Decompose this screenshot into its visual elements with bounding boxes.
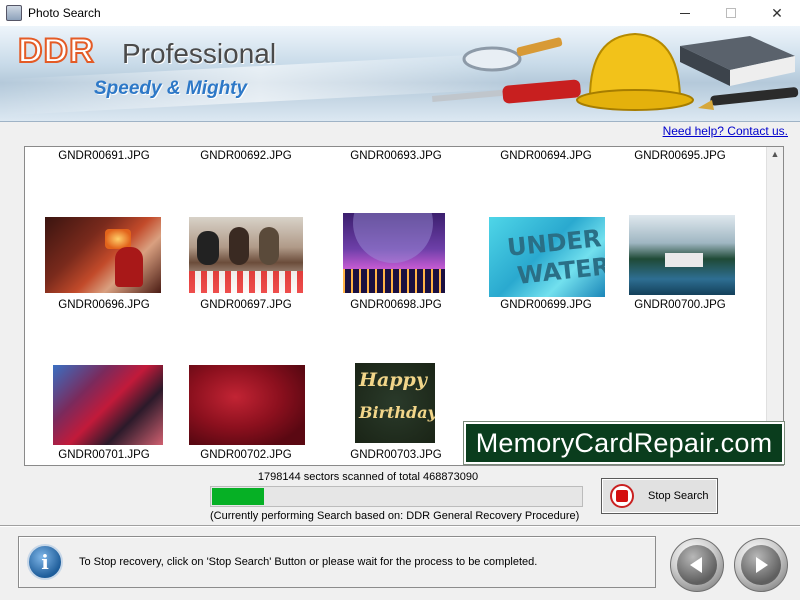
- file-item[interactable]: GNDR00695.JPG: [605, 150, 755, 162]
- minimize-icon: [680, 12, 690, 14]
- title-bar: Photo Search ✕: [0, 0, 800, 26]
- scan-status-text: 1798144 sectors scanned of total 4688730…: [257, 471, 479, 483]
- file-item[interactable]: GNDR00694.JPG: [471, 150, 621, 162]
- file-item[interactable]: GNDR00701.JPG: [29, 449, 179, 461]
- file-item[interactable]: GNDR00703.JPG: [321, 449, 471, 461]
- photo-thumbnail[interactable]: UNDER WATER: [489, 217, 605, 297]
- scroll-up-arrow-icon[interactable]: ▲: [770, 149, 780, 159]
- screwdriver-icon: [432, 79, 581, 104]
- photo-thumbnail[interactable]: [629, 215, 735, 295]
- file-item[interactable]: GNDR00691.JPG: [29, 150, 179, 162]
- info-panel: i To Stop recovery, click on 'Stop Searc…: [18, 536, 656, 588]
- logo-ddr: DDR: [17, 31, 95, 71]
- next-button-face: [741, 545, 781, 585]
- scan-progress-bar: [210, 486, 583, 507]
- file-item[interactable]: GNDR00697.JPG: [171, 299, 321, 311]
- photo-thumbnail[interactable]: Happy Birthday: [355, 363, 435, 443]
- pen-icon: [698, 87, 799, 110]
- file-item[interactable]: GNDR00692.JPG: [171, 150, 321, 162]
- file-item[interactable]: GNDR00702.JPG: [171, 449, 321, 461]
- info-message: To Stop recovery, click on 'Stop Search'…: [79, 556, 538, 568]
- photo-thumbnail[interactable]: [53, 365, 163, 445]
- file-name: GNDR00691.JPG: [58, 150, 150, 162]
- stop-icon: [610, 484, 634, 508]
- book-icon: [680, 36, 795, 86]
- file-item[interactable]: GNDR00699.JPG: [471, 299, 621, 311]
- procedure-text: (Currently performing Search based on: D…: [210, 510, 580, 522]
- close-icon: ✕: [771, 4, 783, 21]
- photo-thumbnail[interactable]: [189, 217, 303, 293]
- file-name: GNDR00703.JPG: [350, 449, 442, 461]
- header-banner: DDR Professional Speedy & Mighty: [0, 26, 800, 122]
- photo-thumbnail[interactable]: [45, 217, 161, 293]
- magnifier-icon: [462, 37, 563, 72]
- thumbnail-text: Happy: [359, 369, 427, 391]
- file-item[interactable]: GNDR00698.JPG: [321, 299, 471, 311]
- maximize-icon: [726, 8, 736, 18]
- file-name: GNDR00697.JPG: [200, 299, 292, 311]
- file-name: GNDR00695.JPG: [634, 150, 726, 162]
- stop-search-button[interactable]: Stop Search: [601, 478, 718, 514]
- divider: [0, 525, 800, 527]
- back-button[interactable]: [670, 538, 724, 592]
- back-button-face: [677, 545, 717, 585]
- photo-thumbnail[interactable]: [343, 213, 445, 293]
- file-name: GNDR00696.JPG: [58, 299, 150, 311]
- photo-thumbnail[interactable]: [189, 365, 305, 445]
- arrow-left-icon: [690, 557, 702, 573]
- logo-tagline: Speedy & Mighty: [94, 78, 248, 99]
- window-title: Photo Search: [28, 6, 101, 20]
- next-button[interactable]: [734, 538, 788, 592]
- tools-illustration: [432, 32, 799, 111]
- close-button[interactable]: ✕: [754, 0, 800, 26]
- vertical-scrollbar[interactable]: ▲: [766, 147, 783, 465]
- logo-product: Professional: [122, 38, 277, 69]
- file-name: GNDR00698.JPG: [350, 299, 442, 311]
- file-name: GNDR00700.JPG: [634, 299, 726, 311]
- arrow-right-icon: [756, 557, 768, 573]
- progress-fill: [212, 488, 264, 505]
- help-link[interactable]: Need help? Contact us.: [663, 124, 788, 138]
- watermark-banner: MemoryCardRepair.com: [463, 421, 785, 465]
- file-item[interactable]: GNDR00696.JPG: [29, 299, 179, 311]
- file-item[interactable]: GNDR00693.JPG: [321, 150, 471, 162]
- maximize-button[interactable]: [708, 0, 754, 26]
- info-icon: i: [27, 544, 63, 580]
- photo-gallery[interactable]: ▲ GNDR00691.JPG GNDR00692.JPG GNDR00693.…: [24, 146, 784, 466]
- minimize-button[interactable]: [662, 0, 708, 26]
- stop-search-label: Stop Search: [648, 490, 709, 502]
- file-name: GNDR00702.JPG: [200, 449, 292, 461]
- window-controls: ✕: [662, 0, 800, 26]
- file-name: GNDR00694.JPG: [500, 150, 592, 162]
- file-name: GNDR00699.JPG: [500, 299, 592, 311]
- file-name: GNDR00692.JPG: [200, 150, 292, 162]
- file-item[interactable]: GNDR00700.JPG: [605, 299, 755, 311]
- file-name: GNDR00693.JPG: [350, 150, 442, 162]
- helmet-icon: [576, 32, 694, 111]
- file-name: GNDR00701.JPG: [58, 449, 150, 461]
- thumbnail-text: Birthday: [359, 403, 435, 422]
- app-icon: [6, 5, 22, 21]
